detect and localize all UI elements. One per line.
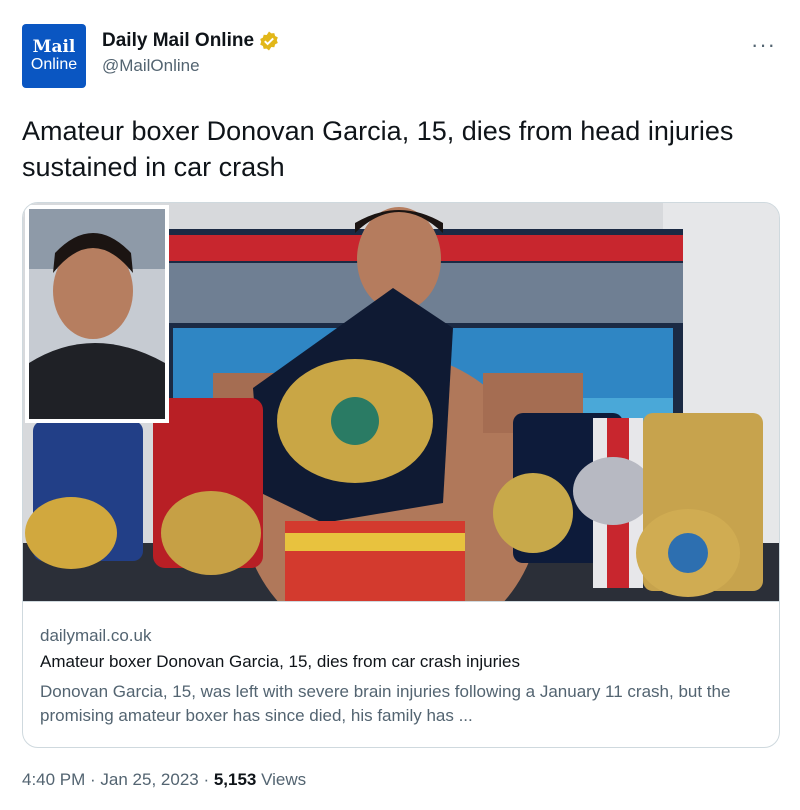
tweet-meta: 4:40 PM · Jan 25, 2023 · 5,153 Views xyxy=(22,770,306,790)
card-domain: dailymail.co.uk xyxy=(40,626,152,645)
verified-badge-icon xyxy=(260,31,278,51)
meta-separator: · xyxy=(198,770,214,789)
display-name-row[interactable]: Daily Mail Online xyxy=(102,30,280,52)
card-info[interactable]: dailymail.co.uk Amateur boxer Donovan Ga… xyxy=(23,601,779,747)
account-names: Daily Mail Online @MailOnline xyxy=(102,30,280,76)
more-icon[interactable]: ··· xyxy=(751,32,776,58)
card-title: Amateur boxer Donovan Garcia, 15, dies f… xyxy=(40,652,520,671)
tweet-text: Amateur boxer Donovan Garcia, 15, dies f… xyxy=(22,116,734,182)
logo-line-1: Mail xyxy=(32,37,76,57)
views-label: Views xyxy=(256,770,307,789)
logo-line-2: Online xyxy=(30,56,78,73)
card-image[interactable] xyxy=(23,203,779,601)
tweet-header: Mail Online Daily Mail Online @MailOnlin… xyxy=(22,24,778,90)
tweet-date[interactable]: Jan 25, 2023 xyxy=(100,770,198,789)
link-card[interactable]: dailymail.co.uk Amateur boxer Donovan Ga… xyxy=(22,202,780,748)
views-count: 5,153 xyxy=(213,770,257,789)
display-name[interactable]: Daily Mail Online xyxy=(102,30,254,52)
tweet-time[interactable]: 4:40 PM xyxy=(22,770,85,789)
avatar[interactable]: Mail Online xyxy=(22,24,86,88)
account-handle[interactable]: @MailOnline xyxy=(102,56,280,76)
meta-separator: · xyxy=(85,770,101,789)
card-description: Donovan Garcia, 15, was left with severe… xyxy=(40,682,731,725)
